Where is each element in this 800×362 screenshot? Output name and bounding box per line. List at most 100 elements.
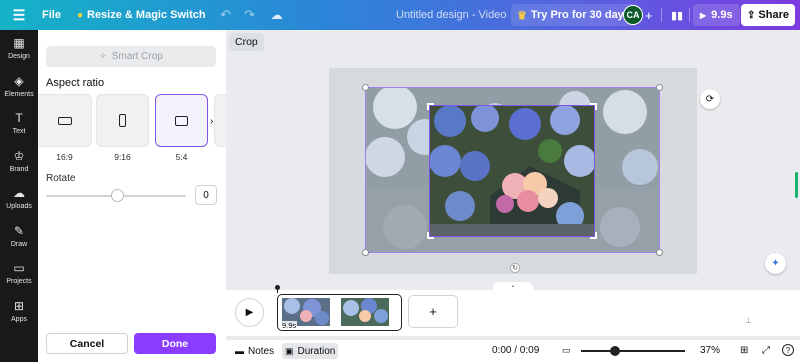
portrait-ratio-icon: [119, 114, 126, 127]
timeline-end-marker: ⊥: [745, 316, 752, 325]
resize-label: Resize & Magic Switch: [87, 9, 206, 21]
rail-label: Text: [12, 128, 26, 136]
apps-icon: ⊞: [13, 298, 25, 313]
duration-label: Duration: [297, 345, 336, 357]
cloud-save-icon[interactable]: ☁: [262, 0, 292, 30]
refresh-icon[interactable]: ⟳: [700, 89, 720, 109]
rail-item-design[interactable]: ▦ Design: [0, 30, 38, 68]
smart-crop-button[interactable]: ✧ Smart Crop: [46, 46, 216, 67]
ratio-option-9-16[interactable]: [96, 94, 149, 147]
rail-item-projects[interactable]: ▭ Projects: [0, 255, 38, 293]
landscape-ratio-icon: [57, 116, 72, 125]
left-rail: ▦ Design ◈ Elements T Text ♔ Brand ☁ Uploads …: [0, 30, 38, 362]
timeline: ▶ 9.9s + ⊥: [226, 285, 800, 336]
rail-item-elements[interactable]: ◈ Elements: [0, 68, 38, 106]
share-button[interactable]: ⇪ Share: [741, 4, 795, 26]
undo-icon[interactable]: ↶: [214, 0, 238, 30]
page-view-icon[interactable]: ▭: [562, 345, 571, 356]
projects-icon: ▭: [13, 261, 25, 276]
crop-mode-label: Crop: [229, 33, 264, 51]
magic-assistant-icon[interactable]: ✦: [765, 253, 786, 274]
crop-corner-handle[interactable]: [427, 103, 434, 110]
notes-label: Notes: [248, 345, 275, 357]
clip-duration: 9.9s: [281, 321, 298, 330]
rail-label: Apps: [11, 315, 27, 323]
ratio-option-next[interactable]: [214, 94, 226, 147]
try-pro-button[interactable]: ♛ Try Pro for 30 days: [511, 4, 636, 26]
clip-thumbnail: [341, 298, 389, 326]
crown-icon: ●: [76, 9, 83, 21]
sparkle-icon: ✧: [99, 51, 107, 61]
divider: [661, 8, 662, 22]
ratio-option-5-4[interactable]: [155, 94, 208, 147]
design-icon: ▦: [13, 36, 25, 51]
rail-label: Brand: [9, 165, 29, 173]
share-label: Share: [758, 9, 789, 21]
elements-icon: ◈: [14, 73, 24, 88]
photo-crop-area[interactable]: [429, 105, 595, 237]
top-bar: ☰ File ● Resize & Magic Switch ↶ ↷ ☁ Unt…: [0, 0, 800, 30]
rail-label: Draw: [10, 240, 28, 248]
playhead: [277, 285, 278, 293]
share-icon: ⇪: [747, 9, 756, 21]
crop-corner-handle[interactable]: [590, 232, 597, 239]
time-readout: 0:00 / 0:09: [492, 345, 540, 356]
scrollbar[interactable]: [795, 172, 798, 198]
zoom-slider-track[interactable]: [581, 350, 685, 352]
redo-icon[interactable]: ↷: [238, 0, 262, 30]
avatar[interactable]: CA: [623, 5, 643, 25]
cancel-button[interactable]: Cancel: [46, 333, 128, 354]
play-button[interactable]: ▶: [235, 298, 264, 327]
duration-button[interactable]: ▣ Duration: [282, 343, 339, 359]
design-title[interactable]: Untitled design - Video: [396, 0, 506, 30]
play-icon: ▶: [700, 10, 707, 20]
add-collaborator-icon[interactable]: +: [645, 0, 653, 30]
ratio-option-16-9[interactable]: [38, 94, 92, 147]
grid-view-icon[interactable]: ⊞: [740, 345, 748, 356]
rotate-value-input[interactable]: 0: [195, 185, 217, 205]
rail-item-apps[interactable]: ⊞ Apps: [0, 293, 38, 331]
rotate-handle-icon[interactable]: ↻: [510, 263, 520, 273]
play-icon: ▶: [245, 307, 254, 318]
ratio-label: 16:9: [56, 152, 73, 162]
rotate-slider-thumb[interactable]: [111, 189, 124, 202]
rail-item-text[interactable]: T Text: [0, 105, 38, 143]
resize-handle[interactable]: [362, 249, 369, 256]
file-menu-button[interactable]: File: [38, 0, 69, 30]
smart-crop-label: Smart Crop: [111, 51, 163, 62]
rail-item-draw[interactable]: ✎ Draw: [0, 218, 38, 256]
resize-handle[interactable]: [362, 84, 369, 91]
rail-item-uploads[interactable]: ☁ Uploads: [0, 180, 38, 218]
uploads-icon: ☁: [13, 186, 25, 201]
help-icon[interactable]: ?: [782, 344, 794, 356]
done-button[interactable]: Done: [134, 333, 216, 354]
add-clip-button[interactable]: +: [408, 295, 458, 328]
crop-corner-handle[interactable]: [427, 232, 434, 239]
divider: [689, 8, 690, 22]
resize-handle[interactable]: [656, 84, 663, 91]
fullscreen-icon[interactable]: ⤢: [762, 345, 770, 356]
timeline-clip[interactable]: 9.9s: [277, 294, 402, 331]
resize-handle[interactable]: [656, 249, 663, 256]
resize-magic-switch-button[interactable]: ● Resize & Magic Switch: [69, 0, 214, 30]
notes-button[interactable]: ▬ Notes: [232, 343, 277, 359]
zoom-slider-thumb[interactable]: [610, 346, 620, 356]
chevron-down-icon[interactable]: ⌄: [493, 282, 533, 290]
duration-icon: ▣: [285, 345, 294, 356]
ratio-label: 9:16: [114, 152, 131, 162]
menu-icon[interactable]: ☰: [0, 0, 38, 30]
aspect-ratio-heading: Aspect ratio: [46, 77, 105, 89]
play-preview-button[interactable]: ▶ 9.9s: [693, 4, 740, 26]
rotate-heading: Rotate: [46, 173, 76, 184]
ratio-label: 5:4: [175, 152, 188, 162]
play-duration: 9.9s: [711, 9, 733, 21]
zoom-value[interactable]: 37%: [700, 345, 720, 356]
crop-corner-handle[interactable]: [590, 103, 597, 110]
brand-icon: ♔: [13, 148, 25, 163]
plus-icon: +: [429, 304, 437, 319]
chevron-right-icon[interactable]: ›: [210, 116, 213, 127]
rail-label: Design: [8, 53, 30, 61]
insights-icon[interactable]: ▮▮: [667, 5, 687, 25]
rail-item-brand[interactable]: ♔ Brand: [0, 143, 38, 181]
canvas-area: Crop ↻ ⟳ ✦ ⌄: [226, 30, 800, 290]
